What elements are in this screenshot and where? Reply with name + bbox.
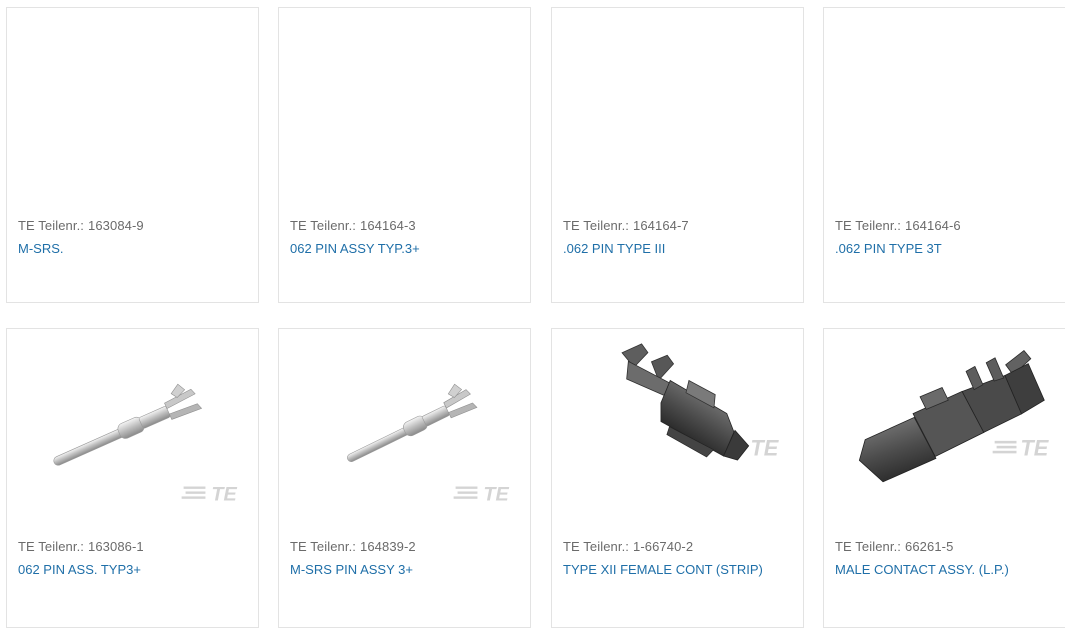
product-card[interactable]: TE Teilenr.: 164164-6 .062 PIN TYPE 3T — [823, 7, 1065, 303]
product-card[interactable]: TE Teilenr.: 163084-9 M-SRS. — [6, 7, 259, 303]
product-name-link[interactable]: TYPE XII FEMALE CONT (STRIP) — [563, 562, 763, 577]
part-number: TE Teilenr.: 163086-1 — [18, 539, 144, 554]
product-image-placeholder[interactable] — [279, 8, 530, 196]
female-contact-image: TE — [621, 343, 780, 461]
svg-text:TE: TE — [750, 436, 779, 461]
pin-contact-image: TE — [53, 383, 237, 505]
product-image[interactable]: TE — [7, 329, 258, 517]
svg-text:TE: TE — [1020, 436, 1049, 461]
product-card[interactable]: TE TE Teilenr.: 66261-5 MALE CONTACT ASSY… — [823, 328, 1065, 628]
product-image-placeholder[interactable] — [552, 8, 803, 196]
product-name-link[interactable]: M-SRS PIN ASSY 3+ — [290, 562, 413, 577]
product-image[interactable]: TE — [824, 329, 1065, 517]
product-name-link[interactable]: 062 PIN ASS. TYP3+ — [18, 562, 141, 577]
male-contact-image: TE — [858, 349, 1050, 483]
part-number: TE Teilenr.: 1-66740-2 — [563, 539, 694, 554]
product-name-link[interactable]: .062 PIN TYPE III — [563, 241, 665, 256]
product-name-link[interactable]: MALE CONTACT ASSY. (L.P.) — [835, 562, 1009, 577]
product-name-link[interactable]: M-SRS. — [18, 241, 64, 256]
svg-text:TE: TE — [211, 483, 237, 505]
part-number: TE Teilenr.: 164164-3 — [290, 218, 416, 233]
svg-text:TE: TE — [483, 483, 509, 505]
product-card[interactable]: TE TE Teilenr.: 1-66740-2 TYPE XII FEMALE… — [551, 328, 804, 628]
part-number: TE Teilenr.: 164164-6 — [835, 218, 961, 233]
product-card[interactable]: TE Teilenr.: 164164-3 062 PIN ASSY TYP.3+ — [278, 7, 531, 303]
product-image[interactable]: TE — [279, 329, 530, 517]
product-image-placeholder[interactable] — [7, 8, 258, 196]
part-number: TE Teilenr.: 163084-9 — [18, 218, 144, 233]
pin-contact-image: TE — [347, 383, 509, 505]
part-number: TE Teilenr.: 66261-5 — [835, 539, 954, 554]
product-name-link[interactable]: .062 PIN TYPE 3T — [835, 241, 942, 256]
part-number: TE Teilenr.: 164164-7 — [563, 218, 689, 233]
product-image[interactable]: TE — [552, 329, 803, 517]
product-card[interactable]: TE Teilenr.: 164164-7 .062 PIN TYPE III — [551, 7, 804, 303]
product-card[interactable]: TE TE Teilenr.: 163086-1 062 PIN ASS. TYP… — [6, 328, 259, 628]
product-card[interactable]: TE TE Teilenr.: 164839-2 M-SRS PIN ASSY 3… — [278, 328, 531, 628]
product-image-placeholder[interactable] — [824, 8, 1065, 196]
part-number: TE Teilenr.: 164839-2 — [290, 539, 416, 554]
product-name-link[interactable]: 062 PIN ASSY TYP.3+ — [290, 241, 420, 256]
